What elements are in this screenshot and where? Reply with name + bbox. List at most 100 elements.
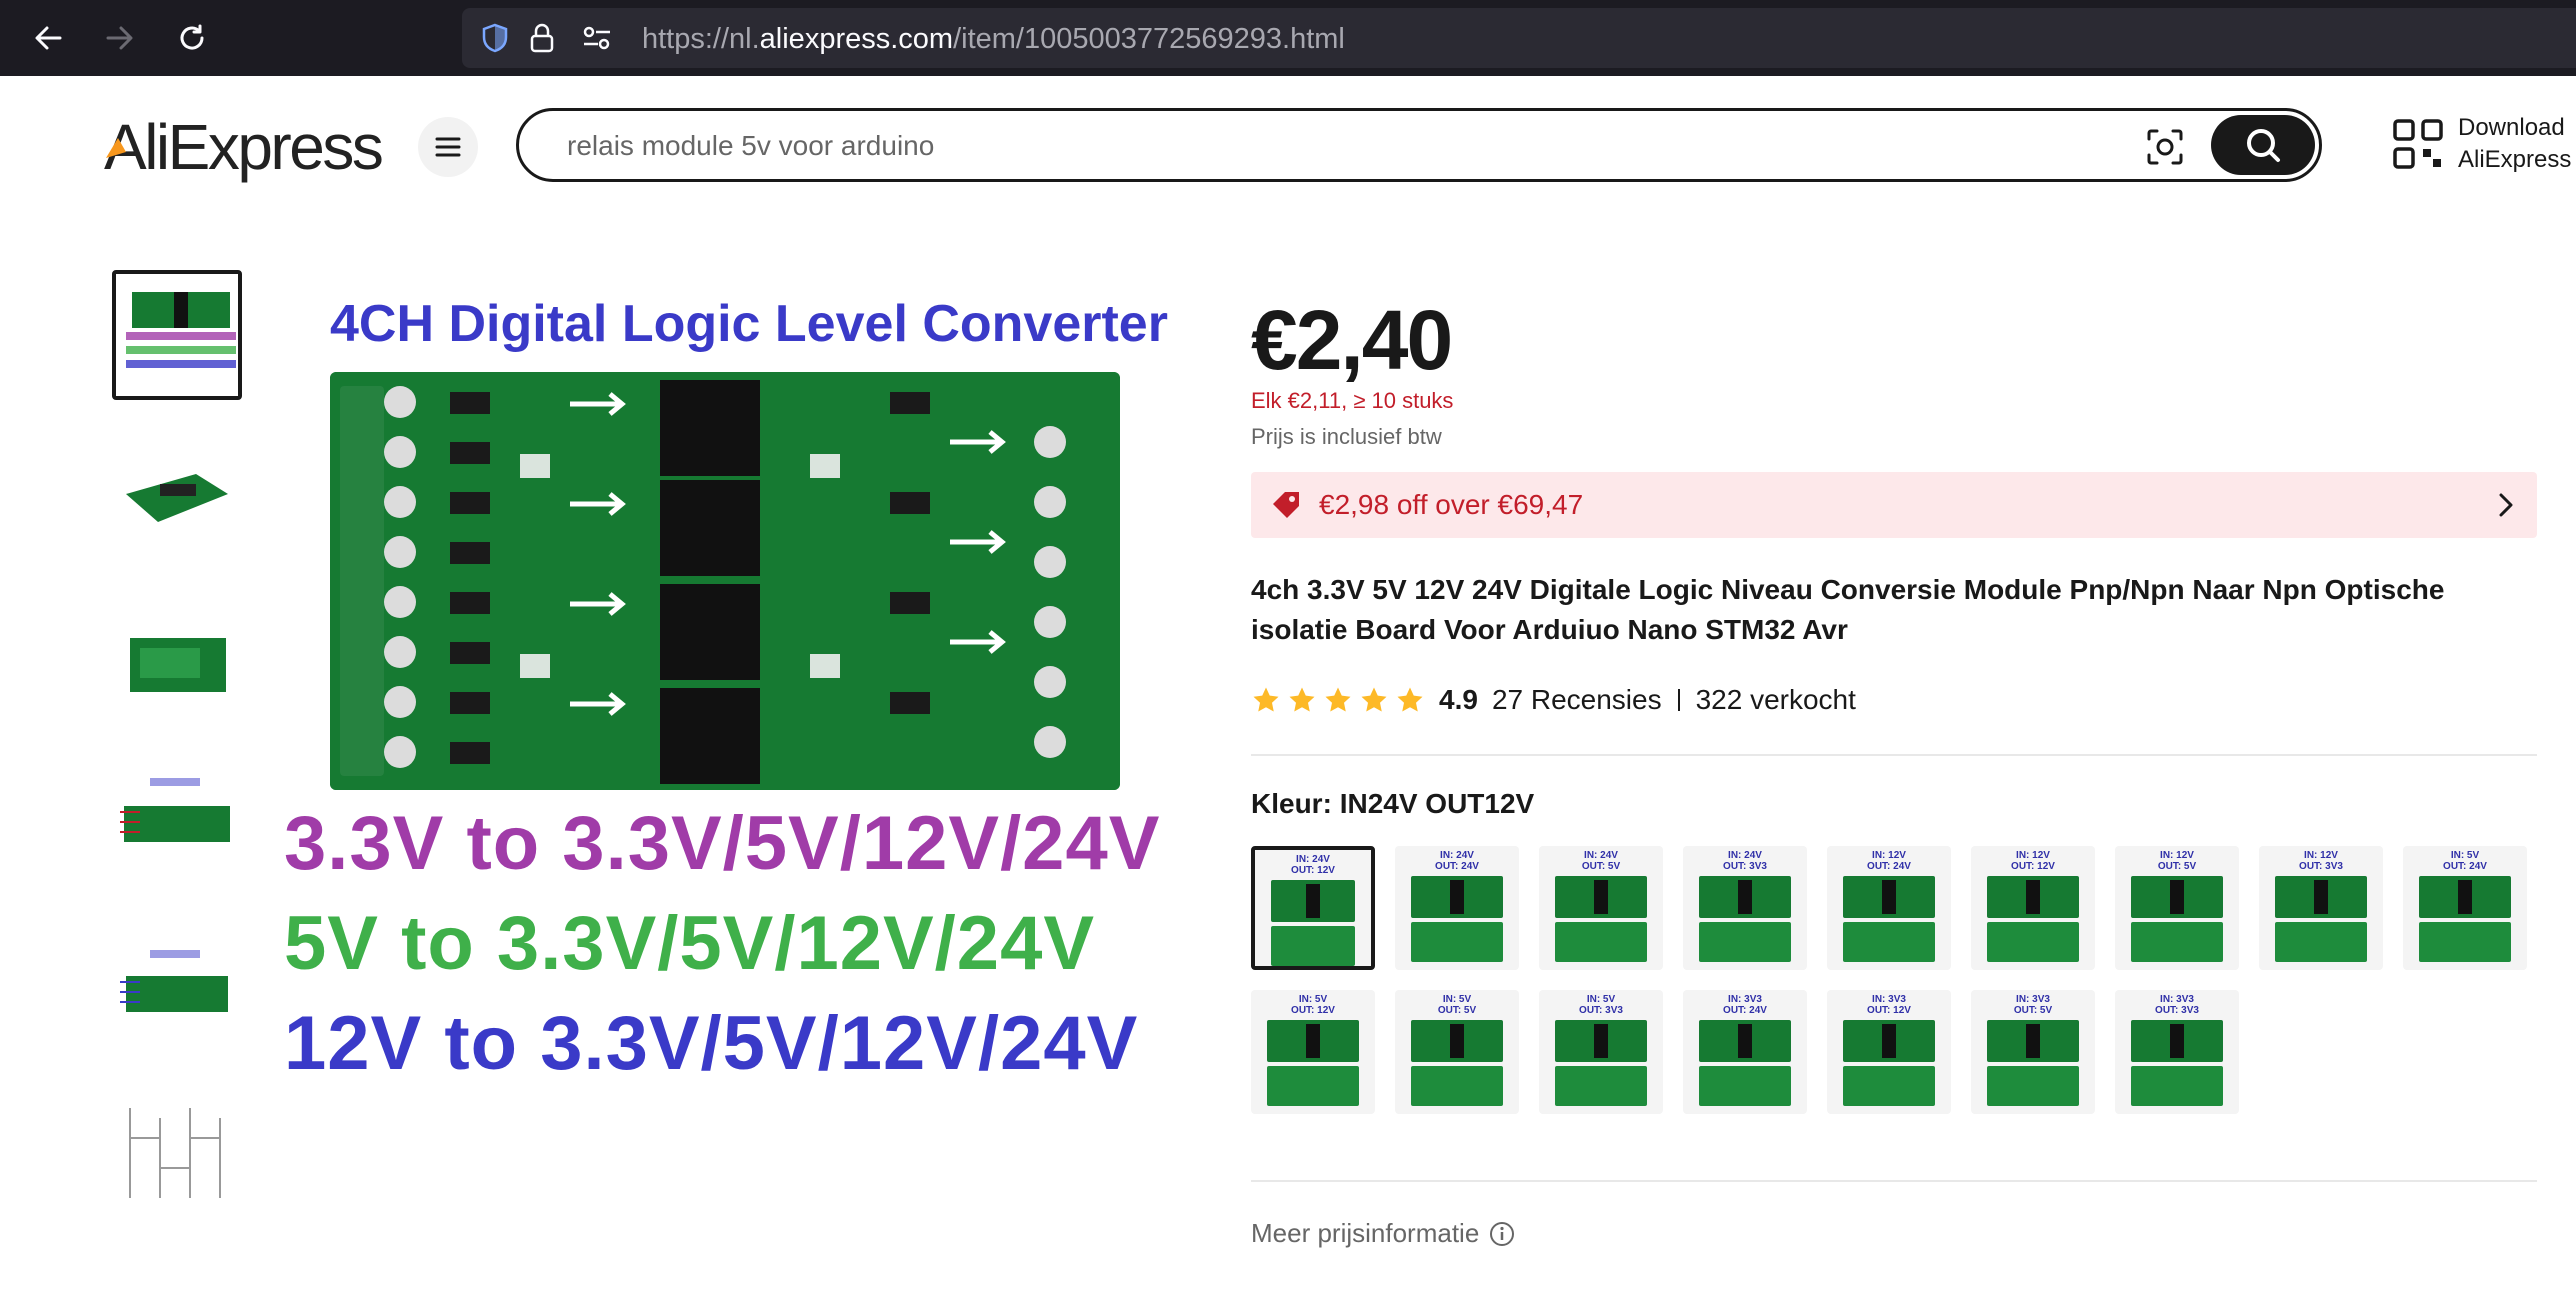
search-button[interactable] [2211,115,2315,175]
variant-table-image [1555,922,1647,962]
variant-board-image [2419,876,2511,918]
variant-label: IN: 5V OUT: 5V [1437,994,1477,1016]
variant-option[interactable]: IN: 3V3 OUT: 3V3 [2115,990,2239,1114]
variant-option[interactable]: IN: 3V3 OUT: 24V [1683,990,1807,1114]
gallery-thumb[interactable] [112,270,242,400]
gallery-thumb[interactable] [112,436,242,566]
thumb-image [126,292,236,368]
variant-label: IN: 12V OUT: 5V [2157,850,2197,872]
conversion-line-12v: 12V to 3.3V/5V/12V/24V [284,1001,1139,1086]
rating-row[interactable]: 4.9 27 Recensies 322 verkocht [1251,680,1856,720]
thumb-image [129,1108,221,1198]
variant-option[interactable]: IN: 5V OUT: 12V [1251,990,1375,1114]
variant-option[interactable]: IN: 12V OUT: 3V3 [2259,846,2383,970]
camera-scan-icon [2147,129,2183,165]
thumb-image [126,474,228,522]
conversion-line-3v3: 3.3V to 3.3V/5V/12V/24V [284,801,1161,886]
variant-chip [2170,880,2184,914]
variant-option[interactable]: IN: 12V OUT: 12V [1971,846,2095,970]
more-price-info-label: Meer prijsinformatie [1251,1218,1480,1248]
url-text[interactable]: https://nl.aliexpress.com/item/100500377… [642,23,1345,56]
arrow-left-icon [35,26,62,50]
pcb-board-image [330,372,1120,790]
variant-option[interactable]: IN: 5V OUT: 24V [2403,846,2527,970]
bulk-price: Elk €2,11, ≥ 10 stuks [1251,388,1454,413]
variant-table-image [1555,1066,1647,1106]
variant-board-image [1555,876,1647,918]
gallery-thumb[interactable] [112,600,242,730]
qr-code-icon[interactable] [2392,118,2444,170]
variant-option[interactable]: IN: 3V3 OUT: 5V [1971,990,2095,1114]
variant-option[interactable]: IN: 24V OUT: 24V [1395,846,1519,970]
variant-label: IN: 3V3 OUT: 5V [2013,994,2053,1016]
gallery-thumb[interactable] [112,764,242,894]
more-price-info[interactable]: Meer prijsinformatie [1251,1218,1515,1249]
variant-chip [2026,880,2040,914]
search-icon [2247,129,2280,162]
variant-option[interactable]: IN: 5V OUT: 3V3 [1539,990,1663,1114]
variant-board-image [1271,880,1355,922]
variant-option[interactable]: IN: 24V OUT: 5V [1539,846,1663,970]
variant-board-image [2131,876,2223,918]
variant-board-image [1267,1020,1359,1062]
search-bar [516,108,2322,182]
menu-button[interactable] [418,117,478,177]
star-icon [1253,687,1279,712]
variant-chip [1738,880,1752,914]
variant-board-image [1987,876,2079,918]
thumb-image [120,778,230,842]
variant-table-image [1987,1066,2079,1106]
variant-label: IN: 3V3 OUT: 12V [1867,994,1911,1016]
variant-table-image [1987,922,2079,962]
variant-board-image [1987,1020,2079,1062]
sold-count: 322 verkocht [1695,684,1856,715]
variant-option[interactable]: IN: 24V OUT: 3V3 [1683,846,1807,970]
star-icon [1361,687,1387,712]
shield-icon [482,23,508,53]
reload-button[interactable] [170,16,214,60]
thumb-image [120,950,228,1012]
variant-chip [2314,880,2328,914]
gallery-thumb[interactable] [112,928,242,1058]
vat-note: Prijs is inclusief btw [1251,424,1442,449]
variant-chip [1882,1024,1896,1058]
variant-table-image [2275,922,2367,962]
aliexpress-logo[interactable]: AliExpress [104,110,384,184]
color-selection-label: Kleur: IN24V OUT12V [1251,788,1535,819]
star-rating [1251,685,1425,715]
variant-chip [1306,1024,1320,1058]
variant-option[interactable]: IN: 3V3 OUT: 12V [1827,990,1951,1114]
variant-option[interactable]: IN: 5V OUT: 5V [1395,990,1519,1114]
address-bar[interactable]: https://nl.aliexpress.com/item/100500377… [462,8,2576,68]
variant-board-image [1843,1020,1935,1062]
reviews-link[interactable]: 27 Recensies [1492,684,1662,716]
variant-table-image [1271,926,1355,966]
price: €2,40 [1251,293,1453,387]
variant-option[interactable]: IN: 12V OUT: 24V [1827,846,1951,970]
lock-icon [530,23,554,53]
image-search-button[interactable] [2141,123,2189,171]
download-app-link[interactable]: Download AliExpress [2458,112,2571,176]
variant-option[interactable]: IN: 12V OUT: 5V [2115,846,2239,970]
back-button[interactable] [26,16,70,60]
gallery-thumb[interactable] [112,1090,242,1220]
variant-table-image [2131,1066,2223,1106]
reload-icon [180,24,204,50]
divider [1251,1180,2537,1182]
variant-table-image [1411,922,1503,962]
browser-toolbar: https://nl.aliexpress.com/item/100500377… [0,0,2576,76]
variant-option[interactable]: IN: 24V OUT: 12V [1251,846,1375,970]
site-permissions-icon[interactable] [580,22,614,54]
thumb-image [130,638,226,692]
variant-label: IN: 12V OUT: 24V [1867,850,1911,872]
variant-chip [1738,1024,1752,1058]
main-product-image[interactable]: 4CH Digital Logic Level Converter 3.3V t… [276,280,1206,1180]
search-input[interactable] [567,127,2067,165]
conversion-line-5v: 5V to 3.3V/5V/12V/24V [284,901,1096,986]
variant-chip [1882,880,1896,914]
forward-button[interactable] [98,16,142,60]
coupon-banner[interactable]: €2,98 off over €69,47 [1251,472,2537,538]
variant-table-image [1411,1066,1503,1106]
variant-board-image [1843,876,1935,918]
variant-table-image [2419,922,2511,962]
